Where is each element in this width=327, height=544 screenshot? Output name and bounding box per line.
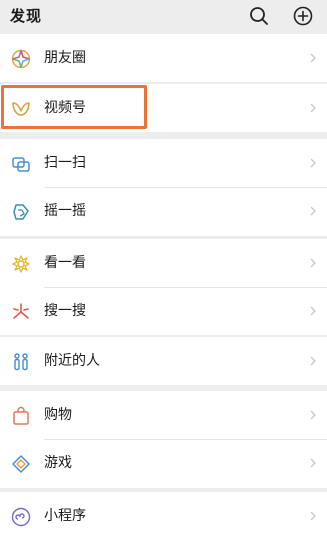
group-nearby: 附近的人 (0, 337, 327, 385)
group-mini-programs: 小程序 (0, 492, 327, 544)
shopping-bag-icon (13, 406, 29, 425)
menu-item-label: 摇一摇 (44, 203, 86, 219)
menu-item-label: 游戏 (44, 455, 72, 471)
games-icon (12, 455, 30, 473)
menu-item-label: 扫一扫 (44, 155, 86, 171)
menu-item-games[interactable]: 游戏 (0, 439, 327, 487)
chevron-right-icon (310, 206, 316, 216)
menu-item-label: 朋友圈 (44, 50, 86, 66)
chevron-right-icon (310, 258, 316, 268)
search-star-icon (13, 303, 29, 319)
menu-item-top-stories[interactable]: 看一看 (0, 239, 327, 287)
menu-item-label: 看一看 (44, 255, 86, 271)
moments-icon (11, 49, 31, 69)
menu-item-label: 小程序 (44, 508, 86, 524)
chevron-right-icon (310, 511, 316, 521)
top-stories-icon (12, 255, 30, 273)
menu-item-search[interactable]: 搜一搜 (0, 287, 327, 335)
chevron-right-icon (310, 410, 316, 420)
top-bar: 发现 (0, 0, 327, 32)
menu-item-mini-programs[interactable]: 小程序 (0, 492, 327, 540)
shake-icon (13, 204, 29, 220)
chevron-right-icon (310, 158, 316, 168)
menu-item-people-nearby[interactable]: 附近的人 (0, 337, 327, 385)
menu-item-shopping[interactable]: 购物 (0, 391, 327, 439)
menu-item-label: 购物 (44, 407, 72, 423)
menu-item-shake[interactable]: 摇一摇 (0, 187, 327, 235)
page-title: 发现 (10, 7, 43, 25)
scan-icon (12, 157, 30, 172)
menu-item-moments[interactable]: 朋友圈 (0, 34, 327, 82)
chevron-right-icon (310, 53, 316, 63)
mini-programs-icon (11, 507, 31, 527)
add-circle-icon[interactable] (292, 5, 314, 27)
menu-item-label: 附近的人 (44, 353, 100, 369)
people-nearby-icon (14, 353, 28, 371)
group-moments: 朋友圈 (0, 34, 327, 82)
highlight-box (1, 85, 147, 129)
search-icon[interactable] (248, 5, 270, 27)
menu-item-label: 搜一搜 (44, 303, 86, 319)
chevron-right-icon (310, 103, 316, 113)
chevron-right-icon (310, 306, 316, 316)
chevron-right-icon (310, 356, 316, 366)
group-shop-games: 购物 游戏 (0, 391, 327, 488)
group-stories-search: 看一看 搜一搜 (0, 239, 327, 335)
group-scan-shake: 扫一扫 摇一摇 (0, 139, 327, 236)
menu-item-scan[interactable]: 扫一扫 (0, 139, 327, 187)
chevron-right-icon (310, 458, 316, 468)
